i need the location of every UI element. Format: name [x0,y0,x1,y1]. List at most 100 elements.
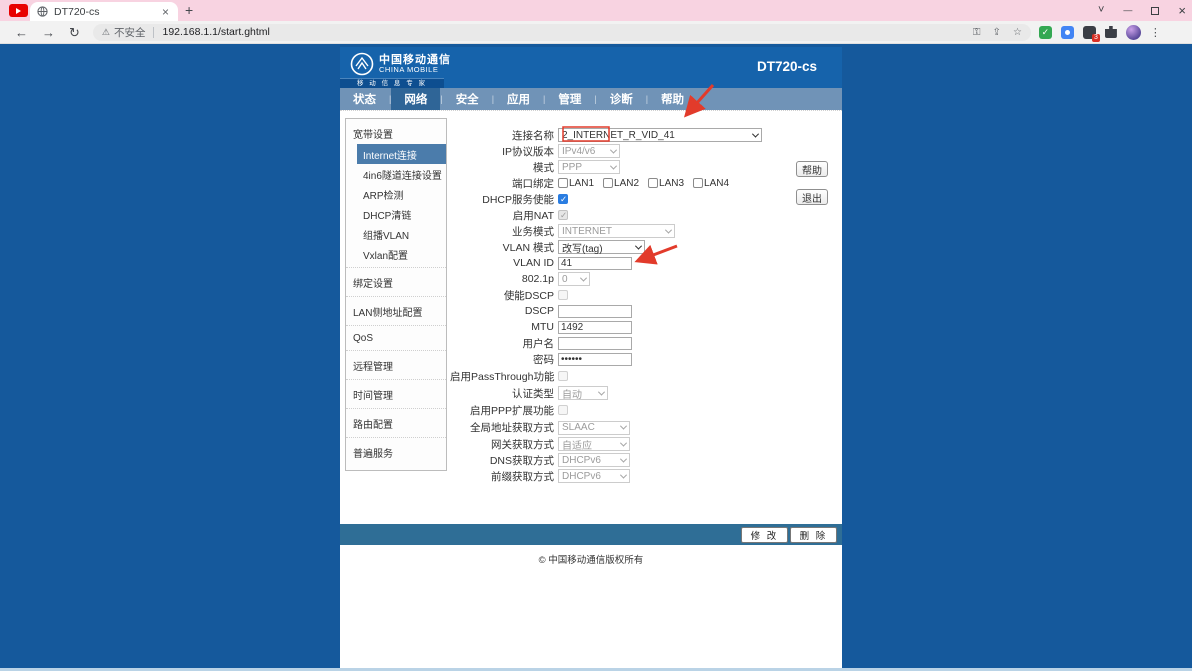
label-ip-version: IP协议版本 [502,145,554,158]
extension-with-badge-icon[interactable]: 3 [1082,25,1100,42]
vlan-mode-select[interactable]: 改写(tag) [558,240,645,255]
maximize-button[interactable] [1151,6,1160,15]
vlan-id-input[interactable] [558,256,632,270]
delete-button[interactable]: 删 除 [790,526,837,543]
dns-mode-select: DHCPv6 [558,453,630,467]
minimize-button[interactable]: — [1123,6,1132,15]
label-mode: 模式 [533,161,554,174]
sidebar-item-4in6-tunnel[interactable]: 4in6隧道连接设置 [359,164,446,184]
nav-item-status[interactable]: 状态 [340,88,389,110]
sidebar-section-time-mgmt[interactable]: 时间管理 [346,385,446,405]
translate-extension-icon[interactable] [1060,25,1074,39]
sidebar-section-broadband[interactable]: 宽带设置 [346,124,446,144]
nav-item-security[interactable]: 安全 [443,88,492,110]
label-connection-name: 连接名称 [512,129,554,142]
label-prefix-mode: 前缀获取方式 [491,470,554,483]
lan2-checkbox[interactable] [603,178,614,188]
brand-tagline: 移 动 信 息 专 家 [340,78,444,88]
globe-favicon-icon [37,6,48,17]
lan3-checkbox[interactable] [648,178,659,188]
mtu-input[interactable] [558,320,632,334]
label-enable-dscp: 使能DSCP [503,289,554,302]
modify-button[interactable]: 修 改 [741,526,788,543]
url-text[interactable]: 192.168.1.1/start.ghtml [162,26,960,38]
extensions-puzzle-icon[interactable] [1104,26,1117,38]
nav-item-application[interactable]: 应用 [494,88,543,110]
tab-title: DT720-cs [54,5,100,18]
nav-item-diagnosis[interactable]: 诊断 [597,88,646,110]
browser-tab[interactable]: DT720-cs × [30,2,178,21]
browser-window: DT720-cs × + ˅ — × ← → ↻ ⚠ 不安全 192.168.1… [0,0,1192,671]
main-nav: 状态 | 网络 | 安全 | 应用 | 管理 | 诊断 | 帮助 [340,88,842,110]
action-bar: 修 改 删 除 [340,524,842,545]
sidebar-section-binding[interactable]: 绑定设置 [346,273,446,293]
sidebar-section-qos[interactable]: QoS [346,331,446,347]
extension-badge: 3 [1092,33,1100,42]
nav-item-management[interactable]: 管理 [545,88,594,110]
connection-name-select[interactable]: 2_INTERNET_R_VID_41 [558,128,762,142]
sidebar-item-dhcp[interactable]: DHCP清链 [359,204,446,224]
label-service-mode: 业务模式 [512,225,554,238]
not-secure-warning-icon: ⚠ [101,26,110,37]
sidebar-item-internet-connection[interactable]: Internet连接 [357,144,446,164]
lan4-checkbox[interactable] [693,178,704,188]
lan1-checkbox[interactable] [558,178,568,188]
chevron-down-icon [609,146,618,154]
tab-close-icon[interactable]: × [160,6,171,18]
share-icon[interactable]: ⇪ [993,27,1001,38]
label-dns-mode: DNS获取方式 [489,454,554,467]
chevron-down-icon [619,422,628,430]
sidebar-section-routing[interactable]: 路由配置 [346,414,446,434]
browser-menu-icon[interactable]: ⋮ [1150,26,1161,39]
label-port-binding: 端口绑定 [512,177,554,190]
profile-avatar[interactable] [1125,24,1141,40]
browser-toolbar: ← → ↻ ⚠ 不安全 192.168.1.1/start.ghtml ⚿ ⇪ … [0,21,1192,44]
sidebar-section-remote-mgmt[interactable]: 远程管理 [346,356,446,376]
label-enable-nat: 启用NAT [512,209,554,222]
youtube-pinned-tab-icon[interactable] [9,4,28,17]
sidebar-item-multicast-vlan[interactable]: 组播VLAN [359,224,446,244]
security-label[interactable]: 不安全 [114,25,146,40]
8021p-select: 0 [558,272,590,286]
chevron-down-icon [619,439,628,447]
sidebar-item-vxlan[interactable]: Vxlan配置 [359,244,446,264]
nav-item-help[interactable]: 帮助 [648,88,697,110]
chevron-down-icon [619,455,628,463]
label-vlan-id: VLAN ID [513,257,554,269]
passthrough-checkbox [558,371,568,381]
help-button[interactable]: 帮助 [796,161,828,177]
chevron-down-icon [664,226,673,234]
prefix-mode-select: DHCPv6 [558,469,630,483]
sidebar-section-lan-address[interactable]: LAN侧地址配置 [346,302,446,322]
exit-button[interactable]: 退出 [796,189,828,205]
label-password: 密码 [533,353,554,366]
china-mobile-logo-icon [350,52,374,76]
adblock-shield-icon[interactable]: ✓ [1038,25,1052,39]
connection-form: 连接名称 2_INTERNET_R_VID_41 IP协议版本 IPv4/v6 … [450,111,842,524]
forward-button[interactable]: → [42,26,55,39]
label-dhcp-enable: DHCP服务使能 [482,193,554,206]
password-input[interactable] [558,352,632,366]
address-bar[interactable]: ⚠ 不安全 192.168.1.1/start.ghtml ⚿ ⇪ ☆ [92,23,1031,41]
ppp-extension-checkbox [558,405,568,415]
window-close-button[interactable]: × [1178,4,1186,17]
password-key-icon[interactable]: ⚿ [973,27,981,38]
bookmark-star-icon[interactable]: ☆ [1013,27,1022,38]
chevron-down-icon [751,130,760,138]
mode-select: PPP [558,160,620,174]
sidebar-section-universal-service[interactable]: 普遍服务 [346,443,446,463]
reload-button[interactable]: ↻ [69,26,80,39]
sidebar: 宽带设置 Internet连接 4in6隧道连接设置 ARP检测 DHCP清链 … [345,118,447,471]
back-button[interactable]: ← [15,26,28,39]
dscp-input[interactable] [558,304,632,318]
global-addr-mode-select: SLAAC [558,420,630,435]
ip-version-select: IPv4/v6 [558,144,620,158]
sidebar-item-arp-detect[interactable]: ARP检测 [359,184,446,204]
dhcp-enable-checkbox[interactable] [558,194,568,205]
nat-enable-checkbox [558,210,568,221]
browser-menu-chevron-icon[interactable]: ˅ [1098,5,1104,16]
new-tab-button[interactable]: + [185,3,193,18]
address-divider [153,26,155,38]
username-input[interactable] [558,336,632,350]
nav-item-network[interactable]: 网络 [391,88,441,110]
